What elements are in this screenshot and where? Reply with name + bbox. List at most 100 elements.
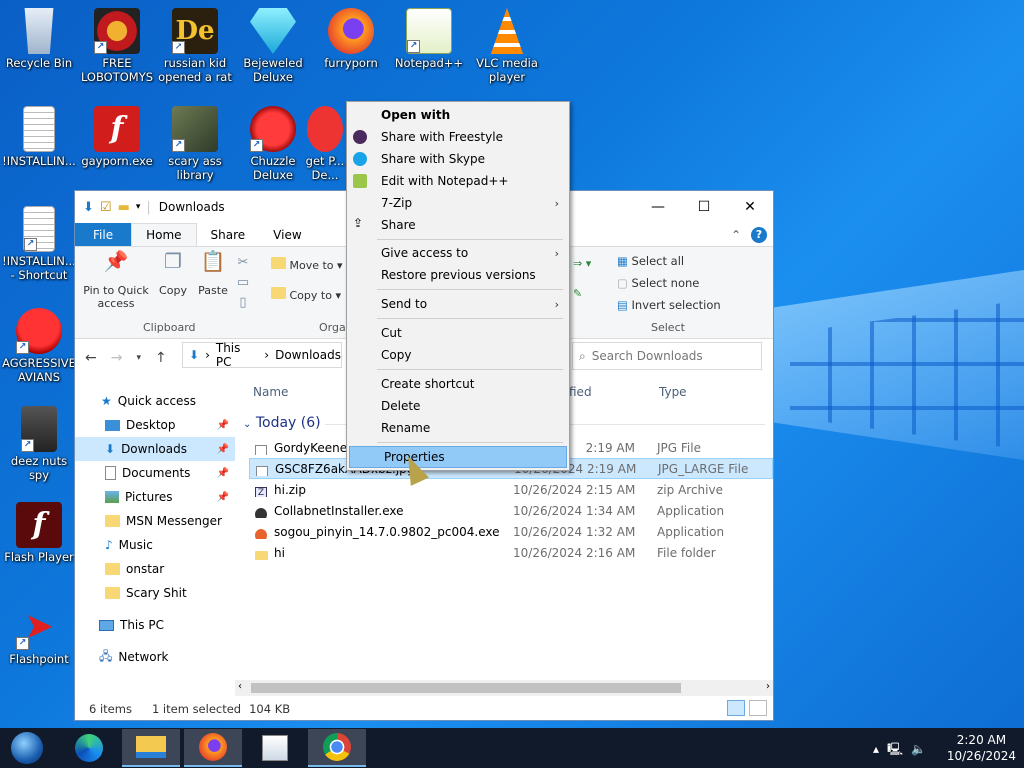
column-header-date-modified[interactable]: fied (569, 385, 592, 399)
edit-icon[interactable]: ✎ (573, 287, 582, 300)
menu-item-copy[interactable]: Copy (347, 344, 569, 366)
clock[interactable]: 2:20 AM 10/26/2024 (947, 732, 1016, 764)
chevron-up-icon[interactable]: ⌃ (731, 228, 741, 242)
chevron-up-icon[interactable]: ▴ (873, 742, 887, 756)
desktop-icon-deez-nuts-spy[interactable]: ↗ deez nuts spy (2, 406, 76, 482)
chevron-down-icon[interactable]: ▾ (136, 202, 141, 212)
desktop-icon-free-lobotomys[interactable]: ↗ FREE LOBOTOMYS (80, 8, 154, 84)
taskbar-chrome[interactable] (308, 729, 366, 767)
menu-item-7zip[interactable]: 7-Zip › (347, 192, 569, 214)
scroll-left-icon[interactable]: ‹ (238, 681, 242, 692)
menu-item-delete[interactable]: Delete (347, 395, 569, 417)
desktop-icon-scary-library[interactable]: ↗ scary ass library (158, 106, 232, 182)
nav-music[interactable]: ♪ Music (75, 533, 235, 557)
paste-button[interactable]: 📋 Paste (195, 251, 231, 297)
nav-documents[interactable]: Documents 📌 (75, 461, 235, 485)
desktop-icon-flash-player[interactable]: f Flash Player (2, 502, 76, 564)
copy-to-button[interactable]: Copy to ▾ (271, 287, 341, 302)
desktop-icon-bejeweled[interactable]: Bejeweled Deluxe (236, 8, 310, 84)
desktop-icon-aggressive-avians[interactable]: ↗ AGGRESSIVE AVIANS (2, 308, 76, 384)
copy-button[interactable]: ❐ Copy (155, 251, 191, 297)
nav-this-pc[interactable]: This PC (75, 613, 235, 637)
nav-downloads[interactable]: ⬇ Downloads 📌 (75, 437, 235, 461)
scrollbar-thumb[interactable] (251, 683, 681, 693)
nav-pictures[interactable]: Pictures 📌 (75, 485, 235, 509)
start-button[interactable] (0, 729, 54, 767)
column-header-type[interactable]: Type (659, 385, 687, 399)
cut-small-buttons[interactable]: ✂ ▭ ▯ (235, 253, 251, 313)
nav-onstar[interactable]: onstar (75, 557, 235, 581)
taskbar-app[interactable] (246, 729, 304, 767)
invert-selection-button[interactable]: ▤ Invert selection (617, 299, 721, 312)
desktop-icon-gayporn[interactable]: f gayporn.exe (80, 106, 154, 168)
tab-share[interactable]: Share (197, 223, 260, 246)
menu-item-create-shortcut[interactable]: Create shortcut (347, 373, 569, 395)
menu-item-share-with-skype[interactable]: Share with Skype (347, 148, 569, 170)
nav-quick-access[interactable]: ★ Quick access (75, 389, 235, 413)
download-arrow-icon: ⬇ (105, 442, 116, 456)
vlc-cone-icon (490, 8, 524, 54)
volume-icon[interactable]: 🔈 (911, 742, 934, 756)
desktop-icon-get-p[interactable]: get P... De... (300, 106, 350, 182)
menu-item-restore-previous-versions[interactable]: Restore previous versions (347, 264, 569, 286)
properties-check-icon[interactable]: ☑ (100, 200, 112, 215)
open-arrow-icon[interactable]: ⇒ ▾ (573, 257, 591, 270)
forward-arrow-icon[interactable]: → (111, 350, 123, 366)
help-icon[interactable]: ? (751, 226, 767, 243)
desktop-icon-vlc[interactable]: VLC media player (470, 8, 544, 84)
tab-home[interactable]: Home (131, 223, 197, 246)
desktop-icon-flashpoint[interactable]: ➤ ↗ Flashpoint (2, 604, 76, 666)
taskbar-edge[interactable] (60, 729, 118, 767)
breadcrumb-this-pc[interactable]: This PC (216, 341, 258, 369)
desktop-icon-furryporn[interactable]: furryporn (314, 8, 388, 70)
tab-view[interactable]: View (259, 223, 315, 246)
details-view-icon[interactable] (727, 700, 745, 716)
select-none-button[interactable]: ▢ Select none (617, 277, 699, 290)
breadcrumb-downloads[interactable]: Downloads (275, 348, 341, 362)
maximize-button[interactable]: ☐ (681, 191, 727, 223)
folder-icon[interactable]: ▬ (118, 200, 130, 215)
menu-item-give-access-to[interactable]: Give access to › (347, 242, 569, 264)
group-header-today[interactable]: ⌄ Today (6) (243, 415, 321, 431)
tab-file[interactable]: File (75, 223, 132, 246)
minimize-button[interactable]: — (635, 191, 681, 223)
taskbar-file-explorer[interactable] (122, 729, 180, 767)
menu-item-send-to[interactable]: Send to › (347, 293, 569, 315)
move-to-button[interactable]: Move to ▾ (271, 257, 343, 272)
desktop-icon-notepadpp[interactable]: ↗ Notepad++ (392, 8, 466, 70)
nav-msn-messenger[interactable]: MSN Messenger (75, 509, 235, 533)
menu-item-cut[interactable]: Cut (347, 322, 569, 344)
menu-item-rename[interactable]: Rename (347, 417, 569, 439)
nav-network[interactable]: 🖧 Network (75, 645, 235, 669)
menu-item-properties[interactable]: Properties (349, 446, 567, 468)
desktop-icon-installing[interactable]: !INSTALLIN... (2, 106, 76, 168)
up-arrow-icon[interactable]: ↑ (155, 350, 167, 366)
large-icons-view-icon[interactable] (749, 700, 767, 716)
menu-item-share[interactable]: ⇪ Share (347, 214, 569, 236)
nav-scary-shit[interactable]: Scary Shit (75, 581, 235, 605)
file-row[interactable]: sogou_pinyin_14.7.0.9802_pc004.exe 10/26… (249, 521, 773, 542)
desktop-icon-russian-kid[interactable]: De ↗ russian kid opened a rat (158, 8, 232, 84)
network-icon[interactable]: 🖳 (887, 742, 911, 756)
pin-to-quick-access-button[interactable]: 📌 Pin to Quick access (81, 251, 151, 310)
desktop-icon-chuzzle[interactable]: ↗ Chuzzle Deluxe (236, 106, 310, 182)
menu-item-share-with-freestyle[interactable]: Share with Freestyle (347, 126, 569, 148)
desktop-icon-recycle-bin[interactable]: Recycle Bin (2, 8, 76, 70)
select-all-button[interactable]: ▦ Select all (617, 255, 684, 268)
scroll-right-icon[interactable]: › (766, 681, 770, 692)
file-row[interactable]: CollabnetInstaller.exe 10/26/2024 1:34 A… (249, 500, 773, 521)
menu-item-edit-with-notepadpp[interactable]: Edit with Notepad++ (347, 170, 569, 192)
horizontal-scrollbar[interactable]: ‹ › (235, 680, 773, 696)
search-input[interactable]: ⌕ Search Downloads (572, 342, 762, 370)
file-row[interactable]: hi 10/26/2024 2:16 AM File folder (249, 542, 773, 563)
file-row[interactable]: Zhi.zip 10/26/2024 2:15 AM zip Archive (249, 479, 773, 500)
desktop-icon-installing-shortcut[interactable]: ↗ !INSTALLIN... - Shortcut (2, 206, 76, 282)
address-bar[interactable]: ⬇ › This PC › Downloads (182, 341, 342, 369)
menu-item-open-with[interactable]: Open with (347, 104, 569, 126)
back-arrow-icon[interactable]: ← (85, 350, 97, 366)
column-header-name[interactable]: Name (253, 385, 288, 399)
chevron-down-icon[interactable]: ▾ (136, 353, 141, 363)
nav-desktop[interactable]: Desktop 📌 (75, 413, 235, 437)
taskbar-firefox[interactable] (184, 729, 242, 767)
close-button[interactable]: ✕ (727, 191, 773, 223)
